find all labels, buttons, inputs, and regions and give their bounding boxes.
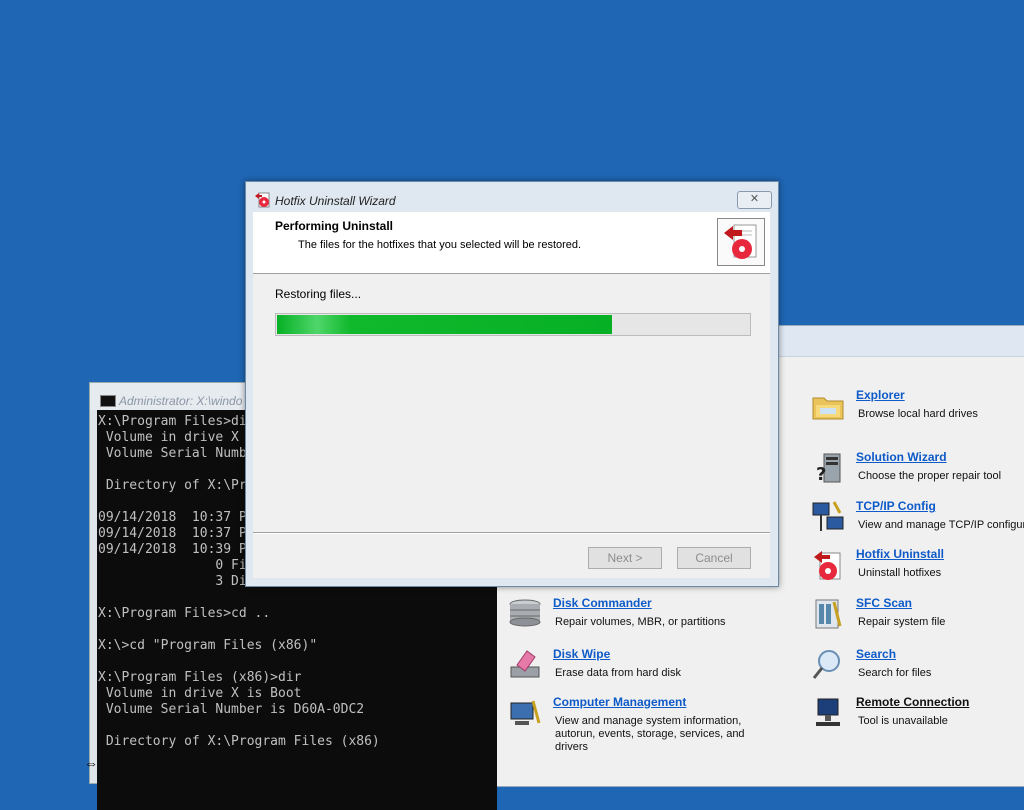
- sfc-scan-icon: [815, 599, 842, 629]
- tool-name[interactable]: Disk Commander: [553, 596, 652, 610]
- progress-bar: [275, 313, 751, 336]
- console-title: Administrator: X:\windo: [119, 394, 243, 408]
- console-window[interactable]: Administrator: X:\windo X:\Program Files…: [89, 382, 497, 810]
- hotfix-uninstall-icon: [717, 218, 765, 266]
- wizard-title: Hotfix Uninstall Wizard: [275, 194, 396, 208]
- wizard-header: Performing Uninstall The files for the h…: [253, 212, 770, 274]
- tool-name[interactable]: Search: [856, 647, 896, 661]
- tool-description: Uninstall hotfixes: [858, 567, 942, 579]
- tool-description: Erase data from hard disk: [555, 667, 681, 679]
- wizard-header-subtitle: The files for the hotfixes that you sele…: [298, 239, 582, 251]
- hotfix-icon: [814, 551, 841, 580]
- solution-wizard-icon: ?: [816, 453, 841, 485]
- network-config-icon: [812, 501, 844, 531]
- tool-name: Remote Connection: [856, 695, 970, 709]
- tool-description: View and manage system information, auto…: [555, 715, 745, 753]
- tool-name[interactable]: TCP/IP Config: [856, 499, 936, 513]
- tool-description: Search for files: [858, 667, 932, 679]
- tool-description: Repair volumes, MBR, or partitions: [555, 616, 726, 628]
- cancel-button[interactable]: Cancel: [677, 547, 751, 569]
- tool-name[interactable]: Computer Management: [553, 695, 686, 709]
- resize-cursor-icon: ⇔: [84, 755, 98, 771]
- tool-description: Tool is unavailable: [858, 715, 948, 727]
- next-button[interactable]: Next >: [588, 547, 662, 569]
- wizard-client-area: Performing Uninstall The files for the h…: [253, 212, 770, 578]
- tool-name[interactable]: Hotfix Uninstall: [856, 547, 944, 561]
- console-titlebar[interactable]: Administrator: X:\windo: [90, 383, 260, 410]
- tool-description: Repair system file: [858, 616, 946, 628]
- svg-text:?: ?: [816, 464, 826, 485]
- disk-commander-icon: [509, 599, 541, 627]
- search-icon: [812, 650, 840, 679]
- computer-management-icon: [510, 700, 541, 725]
- folder-icon: [812, 397, 844, 420]
- remote-connection-icon: [816, 698, 840, 726]
- status-text: Restoring files...: [275, 287, 362, 301]
- hotfix-icon: [255, 192, 270, 208]
- wizard-titlebar[interactable]: Hotfix Uninstall Wizard ✕: [246, 182, 778, 212]
- tool-name[interactable]: Explorer: [856, 388, 905, 402]
- tool-name[interactable]: Disk Wipe: [553, 647, 610, 661]
- tool-description: Choose the proper repair tool: [858, 470, 1002, 482]
- tool-description: View and manage TCP/IP configura: [858, 519, 1024, 531]
- progress-bar-fill: [277, 315, 612, 334]
- tool-name[interactable]: SFC Scan: [856, 596, 912, 610]
- wizard-header-title: Performing Uninstall: [275, 219, 394, 233]
- console-icon: [100, 395, 116, 407]
- close-button[interactable]: ✕: [737, 191, 772, 209]
- divider: [253, 532, 770, 534]
- tool-name[interactable]: Solution Wizard: [856, 450, 947, 464]
- hotfix-uninstall-wizard-dialog: Hotfix Uninstall Wizard ✕ Performing Uni…: [245, 181, 779, 587]
- tool-description: Browse local hard drives: [858, 408, 978, 420]
- disk-wipe-icon: [510, 650, 540, 678]
